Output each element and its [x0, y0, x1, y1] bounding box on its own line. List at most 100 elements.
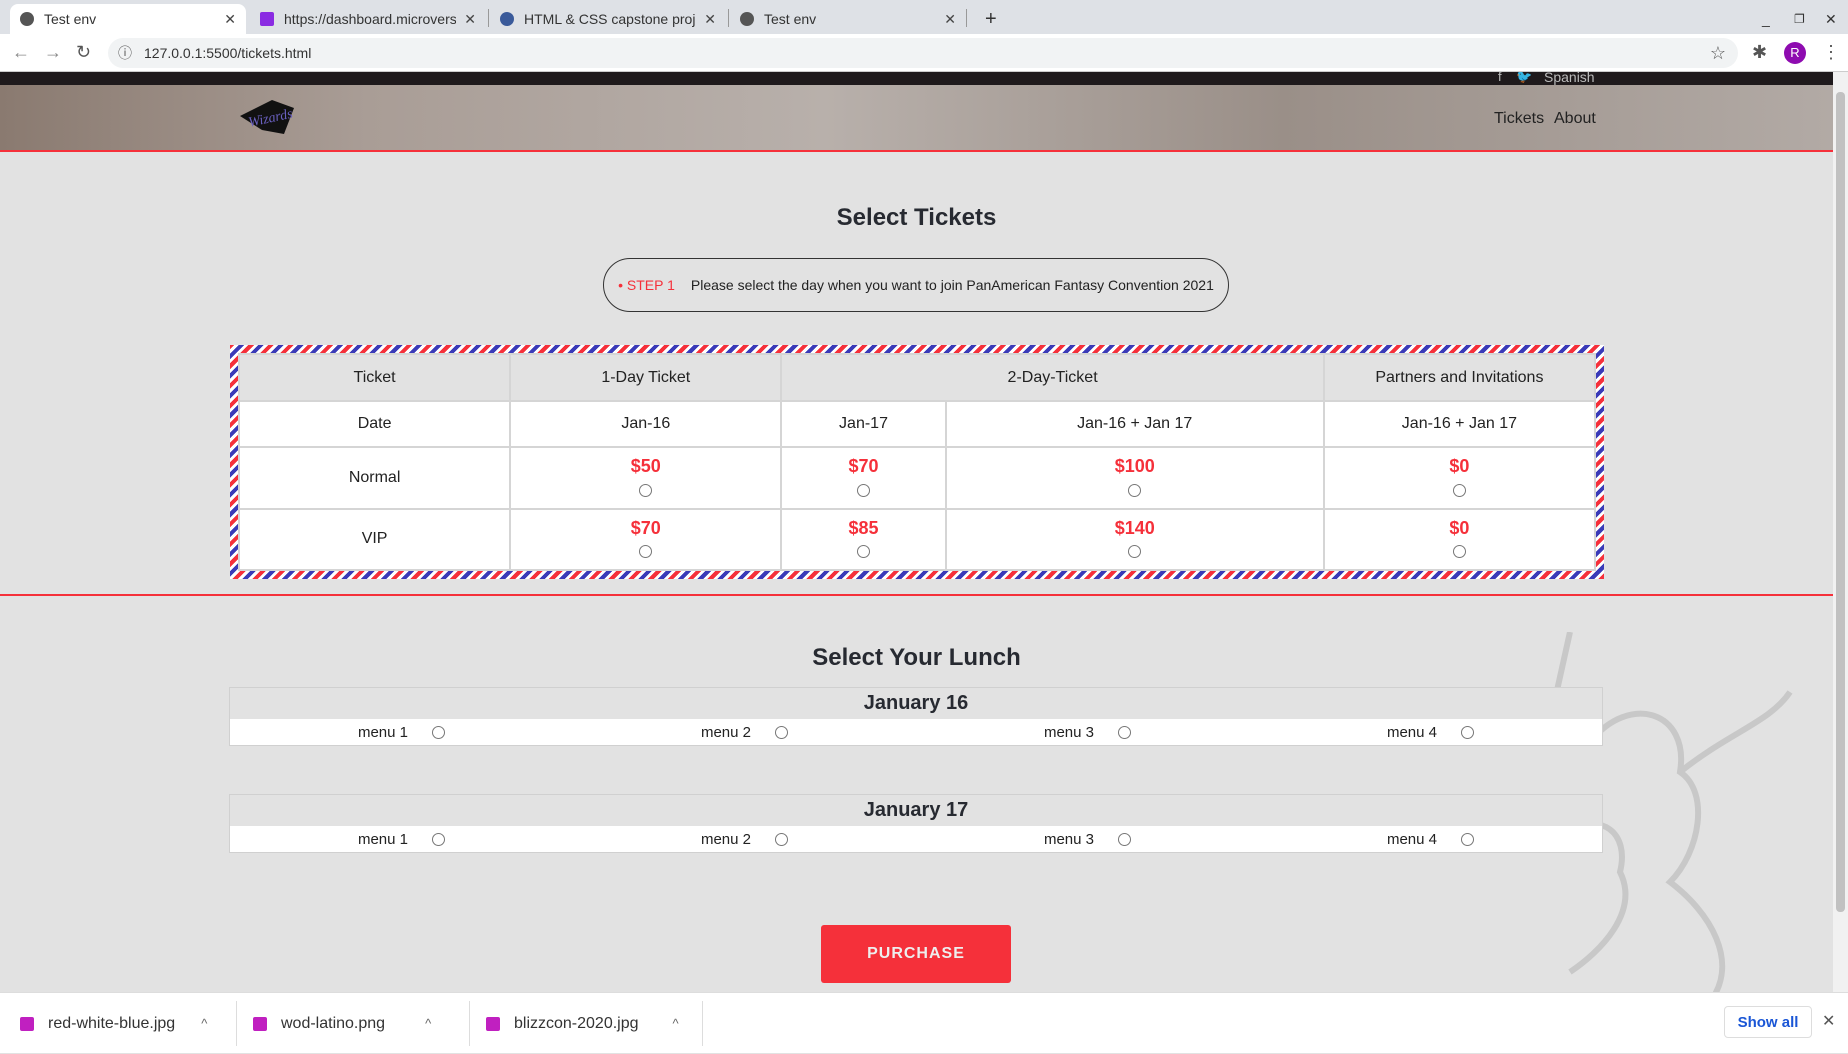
nav-about[interactable]: About: [1554, 110, 1596, 128]
chevron-up-icon[interactable]: ^: [673, 1016, 679, 1031]
wizards-logo[interactable]: Wizards: [232, 94, 302, 140]
menu-radio[interactable]: [1118, 832, 1132, 846]
close-tab-icon[interactable]: ✕: [224, 11, 236, 28]
globe-icon: [740, 12, 754, 26]
date-cell: Date: [237, 400, 512, 448]
lunch-day-title: January 17: [230, 795, 1602, 826]
chevron-up-icon[interactable]: ^: [201, 1016, 207, 1031]
ticket-radio[interactable]: [857, 545, 871, 559]
lunch-option[interactable]: menu 1: [230, 826, 573, 852]
close-tab-icon[interactable]: ✕: [944, 11, 956, 28]
price: $0: [1449, 456, 1470, 477]
lunch-option[interactable]: menu 2: [573, 826, 916, 852]
price-cell: $0: [1322, 446, 1597, 510]
tab-bar: Test env ✕ https://dashboard.microverse ✕ …: [0, 0, 1848, 34]
lunch-option[interactable]: menu 3: [916, 719, 1259, 745]
nav-tickets[interactable]: Tickets: [1494, 110, 1544, 128]
menu-radio[interactable]: [432, 725, 446, 739]
divider: [0, 594, 1833, 596]
facebook-icon[interactable]: f: [1498, 72, 1502, 84]
menu-radio[interactable]: [775, 725, 789, 739]
lunch-option[interactable]: menu 4: [1259, 719, 1602, 745]
reload-icon[interactable]: ↻: [76, 42, 91, 63]
language-link[interactable]: Spanish: [1544, 72, 1595, 85]
image-file-icon: [486, 1016, 500, 1031]
file-name: red-white-blue.jpg: [48, 1014, 176, 1032]
menu-label: menu 3: [1043, 723, 1095, 741]
date-cell: Jan-16: [509, 400, 783, 448]
menu-radio[interactable]: [775, 832, 789, 846]
price: $0: [1449, 517, 1470, 538]
menu-radio[interactable]: [1118, 725, 1132, 739]
lunch-option[interactable]: menu 1: [230, 719, 573, 745]
tab-test-env-2[interactable]: Test env ✕: [730, 4, 966, 34]
chevron-up-icon[interactable]: ^: [425, 1016, 431, 1031]
price: $70: [848, 456, 879, 477]
step-label: • STEP 1: [618, 277, 675, 293]
close-downloads-icon[interactable]: ✕: [1822, 1011, 1835, 1031]
table-row-normal: Normal $50 $70 $100 $0: [237, 446, 1597, 510]
ticket-radio[interactable]: [639, 483, 653, 497]
lunch-day-title: January 16: [230, 688, 1602, 719]
ticket-radio[interactable]: [1128, 483, 1142, 497]
tab-test-env[interactable]: Test env ✕: [10, 4, 246, 34]
menu-radio[interactable]: [1461, 832, 1475, 846]
tab-capstone[interactable]: HTML & CSS capstone project ✕: [490, 4, 726, 34]
price: $100: [1114, 456, 1155, 477]
menu-label: menu 1: [357, 830, 409, 848]
step-text: Please select the day when you want to j…: [690, 277, 1214, 293]
ticket-radio[interactable]: [639, 545, 653, 559]
price-cell: $85: [780, 507, 947, 571]
lunch-option[interactable]: menu 2: [573, 719, 916, 745]
header-cell: Partners and Invitations: [1322, 353, 1597, 402]
table-header-row: Ticket 1-Day Ticket 2-Day-Ticket Partner…: [237, 353, 1597, 402]
restore-button[interactable]: ❐: [1784, 4, 1815, 34]
head-icon: [500, 12, 514, 26]
header-cell: 2-Day-Ticket: [780, 353, 1325, 402]
ticket-radio[interactable]: [1452, 483, 1466, 497]
tickets-table-frame: Ticket 1-Day Ticket 2-Day-Ticket Partner…: [230, 345, 1604, 579]
download-item[interactable]: blizzcon-2020.jpg ^: [466, 993, 702, 1054]
forward-icon[interactable]: →: [44, 42, 62, 63]
menu-label: menu 4: [1386, 723, 1438, 741]
show-all-button[interactable]: Show all: [1724, 1006, 1812, 1038]
close-window-button[interactable]: ✕: [1815, 4, 1847, 34]
ticket-radio[interactable]: [1452, 545, 1466, 559]
bookmark-star-icon[interactable]: ☆: [1710, 38, 1726, 68]
menu-radio[interactable]: [432, 832, 446, 846]
ticket-radio[interactable]: [1128, 545, 1142, 559]
twitter-icon[interactable]: 🐦: [1516, 72, 1532, 85]
lunch-day-jan16: January 16 menu 1 menu 2 menu 3 menu 4: [229, 687, 1603, 746]
page-viewport: f 🐦 Spanish Wizards Tickets About Select…: [0, 72, 1833, 992]
file-name: blizzcon-2020.jpg: [514, 1014, 639, 1032]
step-indicator: • STEP 1 Please select the day when you w…: [603, 258, 1229, 312]
price: $140: [1114, 517, 1155, 538]
date-cell: Jan-17: [780, 400, 947, 448]
back-icon[interactable]: ←: [12, 42, 30, 63]
extensions-icon[interactable]: ✱: [1752, 42, 1767, 63]
close-tab-icon[interactable]: ✕: [464, 11, 476, 28]
header-cell: 1-Day Ticket: [509, 353, 783, 402]
lunch-option[interactable]: menu 4: [1259, 826, 1602, 852]
menu-label: menu 1: [357, 723, 409, 741]
tickets-table: Ticket 1-Day Ticket 2-Day-Ticket Partner…: [237, 353, 1597, 571]
download-item[interactable]: wod-latino.png ^: [233, 993, 469, 1054]
menu-radio[interactable]: [1461, 725, 1475, 739]
microverse-icon: [260, 12, 274, 26]
purchase-button[interactable]: PURCHASE: [821, 925, 1011, 983]
menu-icon[interactable]: ⋮: [1822, 42, 1840, 63]
profile-avatar[interactable]: R: [1784, 42, 1806, 64]
download-item[interactable]: red-white-blue.jpg ^: [0, 993, 236, 1054]
ticket-radio[interactable]: [857, 483, 871, 497]
url-input[interactable]: ⓘ 127.0.0.1:5500/tickets.html ☆: [108, 38, 1738, 68]
lunch-day-jan17: January 17 menu 1 menu 2 menu 3 menu 4: [229, 794, 1603, 853]
image-file-icon: [253, 1016, 267, 1031]
scrollbar-thumb[interactable]: [1836, 92, 1845, 912]
lunch-option[interactable]: menu 3: [916, 826, 1259, 852]
tab-dashboard[interactable]: https://dashboard.microverse ✕: [250, 4, 486, 34]
close-tab-icon[interactable]: ✕: [704, 11, 716, 28]
minimize-button[interactable]: _: [1752, 4, 1780, 34]
select-lunch-title: Select Your Lunch: [812, 644, 1021, 671]
new-tab-button[interactable]: +: [975, 4, 1007, 34]
page-scrollbar[interactable]: [1833, 72, 1848, 992]
